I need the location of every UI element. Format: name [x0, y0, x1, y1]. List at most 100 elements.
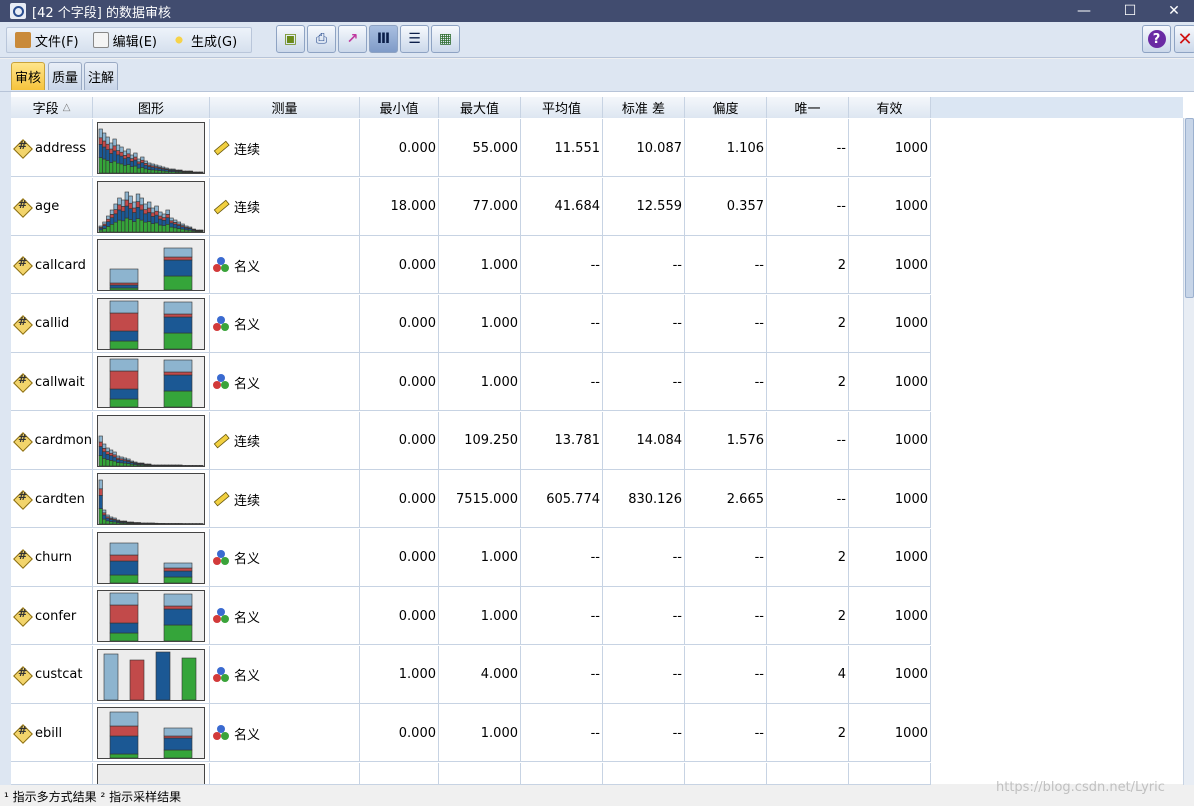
table-row[interactable]: cardten 连续 0.0007515.000605.774830.1262.66…	[11, 470, 931, 528]
empty-cell	[439, 762, 521, 785]
scrollbar-thumb[interactable]	[1185, 118, 1194, 298]
distribution-graph[interactable]	[97, 414, 205, 467]
graph-cell[interactable]	[93, 411, 210, 470]
graph-cell[interactable]	[93, 587, 210, 645]
bar-segment	[146, 201, 152, 208]
graph-cell[interactable]	[93, 470, 210, 528]
table-row[interactable]: age 连续 18.00077.00041.68412.5590.357--1000	[11, 177, 931, 236]
bar-segment	[109, 459, 114, 466]
distribution-graph[interactable]	[97, 297, 205, 350]
bar-segment	[112, 150, 117, 162]
columns-view-button[interactable]: Ⅲ	[369, 25, 398, 53]
bar-segment	[119, 151, 124, 157]
unique-cell: 2	[767, 704, 849, 762]
graph-cell[interactable]	[93, 236, 210, 294]
bar-segment	[143, 164, 148, 170]
bar-segment	[102, 227, 107, 232]
distribution-graph[interactable]	[97, 239, 205, 291]
bar-segment	[98, 495, 103, 509]
distribution-graph[interactable]	[97, 531, 205, 584]
graph-cell[interactable]	[93, 528, 210, 587]
tab-audit[interactable]: 审核	[11, 62, 46, 90]
bar-segment	[187, 226, 193, 228]
col-header-min[interactable]: 最小值	[360, 97, 439, 118]
col-header-skew[interactable]: 偏度	[685, 97, 767, 118]
field-cell[interactable]: confer	[11, 587, 93, 645]
table-row[interactable]: custcat名义1.0004.000------41000	[11, 645, 931, 704]
bar-segment	[172, 226, 178, 232]
rows-view-button[interactable]: ☰	[400, 25, 429, 53]
bar-segment	[126, 458, 131, 461]
print-button[interactable]: ⎙	[307, 25, 336, 53]
col-header-unique[interactable]: 唯一	[767, 97, 849, 118]
bar-segment	[109, 398, 139, 408]
menu-edit[interactable]: 编辑(E)	[89, 28, 167, 52]
window-close-button[interactable]: ✕	[1152, 0, 1194, 22]
field-cell[interactable]: custcat	[11, 645, 93, 704]
maximize-button[interactable]: ☐	[1108, 0, 1152, 22]
field-cell[interactable]: age	[11, 177, 93, 236]
distribution-graph[interactable]	[97, 180, 205, 233]
col-header-max[interactable]: 最大值	[439, 97, 521, 118]
table-row[interactable]: ebill名义0.0001.000------21000	[11, 704, 931, 762]
table-row[interactable]: callid名义0.0001.000------21000	[11, 294, 931, 353]
distribution-graph[interactable]	[97, 473, 205, 525]
tab-quality[interactable]: 质量	[48, 62, 83, 90]
col-header-measure[interactable]: 测量	[210, 97, 360, 118]
field-cell[interactable]: cardten	[11, 470, 93, 528]
table-row[interactable]: cardmon 连续 0.000109.25013.78114.0841.576--…	[11, 411, 931, 470]
distribution-graph[interactable]	[97, 122, 205, 174]
distribution-graph	[97, 763, 205, 784]
distribution-graph[interactable]	[97, 648, 205, 701]
distribution-graph[interactable]	[97, 590, 205, 642]
distribution-graph[interactable]	[97, 356, 205, 408]
col-header-mean[interactable]: 平均值	[521, 97, 603, 118]
bar-segment	[126, 460, 131, 464]
field-cell[interactable]: callid	[11, 294, 93, 353]
graph-cell[interactable]	[93, 294, 210, 353]
table-button[interactable]: ▦	[431, 25, 460, 53]
tab-annotations[interactable]: 注解	[84, 62, 119, 90]
bar-segment	[129, 460, 134, 462]
sort-up-icon: △	[62, 102, 71, 113]
help-button[interactable]: ?	[1142, 25, 1171, 53]
menu-file[interactable]: 文件(F)	[11, 28, 89, 52]
col-header-graph[interactable]: 图形	[93, 97, 210, 118]
std-cell: --	[603, 587, 685, 645]
field-cell[interactable]: address	[11, 119, 93, 177]
generate-node-button[interactable]: ▣	[276, 25, 305, 53]
nominal-balls-icon	[213, 257, 229, 272]
menu-generate[interactable]: 生成(G)	[167, 28, 247, 52]
vertical-scrollbar[interactable]	[1183, 118, 1194, 785]
nominal-balls-icon	[213, 549, 229, 565]
chart-button[interactable]: ↗	[338, 25, 367, 53]
table-row[interactable]: churn名义0.0001.000------21000	[11, 528, 931, 587]
measure-label: 连续	[234, 493, 261, 509]
table-row[interactable]: address 连续 0.00055.00011.55110.0871.106--1…	[11, 119, 931, 177]
col-header-std[interactable]: 标准 差	[603, 97, 685, 118]
graph-cell[interactable]	[93, 353, 210, 411]
nominal-balls-icon	[213, 374, 229, 389]
field-cell[interactable]: churn	[11, 528, 93, 587]
graph-cell[interactable]	[93, 704, 210, 762]
field-cell[interactable]: cardmon	[11, 411, 93, 470]
bar-segment	[109, 162, 114, 174]
col-header-valid[interactable]: 有效	[849, 97, 931, 118]
table-row[interactable]: confer名义0.0001.000------21000	[11, 587, 931, 645]
col-header-field[interactable]: 字段 △	[11, 97, 93, 118]
bar-segment	[140, 156, 145, 161]
minimize-button[interactable]: —	[1062, 0, 1106, 22]
graph-cell[interactable]	[93, 177, 210, 236]
table-row[interactable]: callcard名义0.0001.000------21000	[11, 236, 931, 294]
field-cell[interactable]: callcard	[11, 236, 93, 294]
menu-generate-label: 生成(G)	[190, 34, 238, 50]
bar-segment	[117, 203, 122, 210]
field-cell[interactable]: ebill	[11, 704, 93, 762]
close-button[interactable]: ✕	[1174, 25, 1194, 53]
graph-cell[interactable]	[93, 645, 210, 704]
distribution-graph[interactable]	[97, 707, 205, 759]
field-cell[interactable]: callwait	[11, 353, 93, 411]
table-row[interactable]: callwait名义0.0001.000------21000	[11, 353, 931, 411]
field-name: churn	[35, 550, 72, 565]
graph-cell[interactable]	[93, 119, 210, 177]
